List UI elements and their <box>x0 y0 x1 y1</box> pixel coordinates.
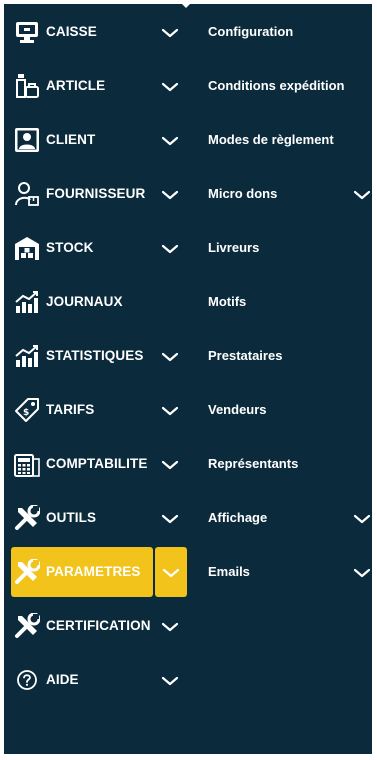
submenu-item-configuration[interactable]: Configuration <box>200 5 372 59</box>
menu-item-label: FOURNISSEUR <box>46 186 146 201</box>
menu-item-label: PARAMETRES <box>46 564 141 579</box>
menu-item-parametres[interactable]: PARAMETRES <box>4 545 194 599</box>
menu-item-comptabilite[interactable]: COMPTABILITE <box>4 437 194 491</box>
submenu-item-micro-dons[interactable]: Micro dons <box>200 167 372 221</box>
submenu-item-label: Vendeurs <box>208 402 267 417</box>
menu-item-statistiques[interactable]: STATISTIQUES <box>4 329 194 383</box>
submenu-item-representants[interactable]: Représentants <box>200 437 372 491</box>
menu-item-journaux[interactable]: JOURNAUX <box>4 275 194 329</box>
chevron-down-icon[interactable] <box>160 509 180 529</box>
menu-item-label: OUTILS <box>46 510 97 525</box>
menu-item-label: COMPTABILITE <box>46 456 148 471</box>
submenu-item-label: Prestataires <box>208 348 283 363</box>
submenu-item-motifs[interactable]: Motifs <box>200 275 372 329</box>
navigation-panel: CAISSE ARTICLE CLIENT FOURNISSEUR STOCK … <box>4 4 372 754</box>
submenu-item-label: Configuration <box>208 24 294 39</box>
warehouse-icon <box>14 235 40 261</box>
submenu-item-label: Conditions expédition <box>208 78 345 93</box>
menu-item-label: TARIFS <box>46 402 95 417</box>
submenu-item-label: Motifs <box>208 294 247 309</box>
client-icon <box>14 127 40 153</box>
chevron-down-icon[interactable] <box>160 131 180 151</box>
menu-item-label: CERTIFICATION <box>46 618 151 633</box>
chevron-down-icon[interactable] <box>160 347 180 367</box>
menu-item-certification[interactable]: CERTIFICATION <box>4 599 194 653</box>
chevron-down-icon[interactable] <box>160 239 180 259</box>
menu-item-client[interactable]: CLIENT <box>4 113 194 167</box>
submenu-item-vendeurs[interactable]: Vendeurs <box>200 383 372 437</box>
tools-icon <box>14 613 40 639</box>
menu-item-fournisseur[interactable]: FOURNISSEUR <box>4 167 194 221</box>
chevron-down-icon[interactable] <box>352 185 372 205</box>
chevron-down-icon[interactable] <box>160 671 180 691</box>
submenu-item-label: Modes de règlement <box>208 132 334 147</box>
supplier-icon <box>14 181 40 207</box>
tools-icon <box>14 559 40 585</box>
statistics-chart-icon <box>14 343 40 369</box>
menu-item-stock[interactable]: STOCK <box>4 221 194 275</box>
submenu-item-label: Représentants <box>208 456 299 471</box>
menu-item-label: STATISTIQUES <box>46 348 144 363</box>
menu-item-article[interactable]: ARTICLE <box>4 59 194 113</box>
chevron-down-icon[interactable] <box>160 185 180 205</box>
menu-item-label: STOCK <box>46 240 94 255</box>
menu-item-tarifs[interactable]: $ TARIFS <box>4 383 194 437</box>
submenu-item-label: Micro dons <box>208 186 278 201</box>
tools-icon <box>14 505 40 531</box>
chevron-down-icon[interactable] <box>161 563 181 583</box>
journal-chart-icon <box>14 289 40 315</box>
menu-item-label: AIDE <box>46 672 79 687</box>
chevron-down-icon[interactable] <box>160 617 180 637</box>
menu-item-label: CLIENT <box>46 132 96 147</box>
submenu-item-prestataires[interactable]: Prestataires <box>200 329 372 383</box>
submenu-item-livreurs[interactable]: Livreurs <box>200 221 372 275</box>
chevron-down-icon[interactable] <box>352 563 372 583</box>
menu-item-label: ARTICLE <box>46 78 106 93</box>
chevron-down-icon[interactable] <box>160 23 180 43</box>
menu-item-label: JOURNAUX <box>46 294 123 309</box>
menu-item-caisse[interactable]: CAISSE <box>4 5 194 59</box>
chevron-down-icon[interactable] <box>160 401 180 421</box>
submenu-item-label: Emails <box>208 564 250 579</box>
submenu-item-affichage[interactable]: Affichage <box>200 491 372 545</box>
price-tag-icon: $ <box>14 397 40 423</box>
chevron-down-icon[interactable] <box>160 77 180 97</box>
help-icon <box>14 667 40 693</box>
submenu-item-label: Affichage <box>208 510 268 525</box>
menu-item-label: CAISSE <box>46 24 97 39</box>
menu-item-aide[interactable]: AIDE <box>4 653 194 707</box>
chevron-down-icon[interactable] <box>160 455 180 475</box>
calculator-icon <box>14 451 40 477</box>
article-icon <box>14 73 40 99</box>
submenu-item-label: Livreurs <box>208 240 260 255</box>
svg-text:$: $ <box>23 408 29 418</box>
submenu-item-modes-reglement[interactable]: Modes de règlement <box>200 113 372 167</box>
cash-register-icon <box>14 19 40 45</box>
submenu-item-conditions-expedition[interactable]: Conditions expédition <box>200 59 372 113</box>
menu-item-outils[interactable]: OUTILS <box>4 491 194 545</box>
submenu-item-emails[interactable]: Emails <box>200 545 372 599</box>
chevron-down-icon[interactable] <box>352 509 372 529</box>
